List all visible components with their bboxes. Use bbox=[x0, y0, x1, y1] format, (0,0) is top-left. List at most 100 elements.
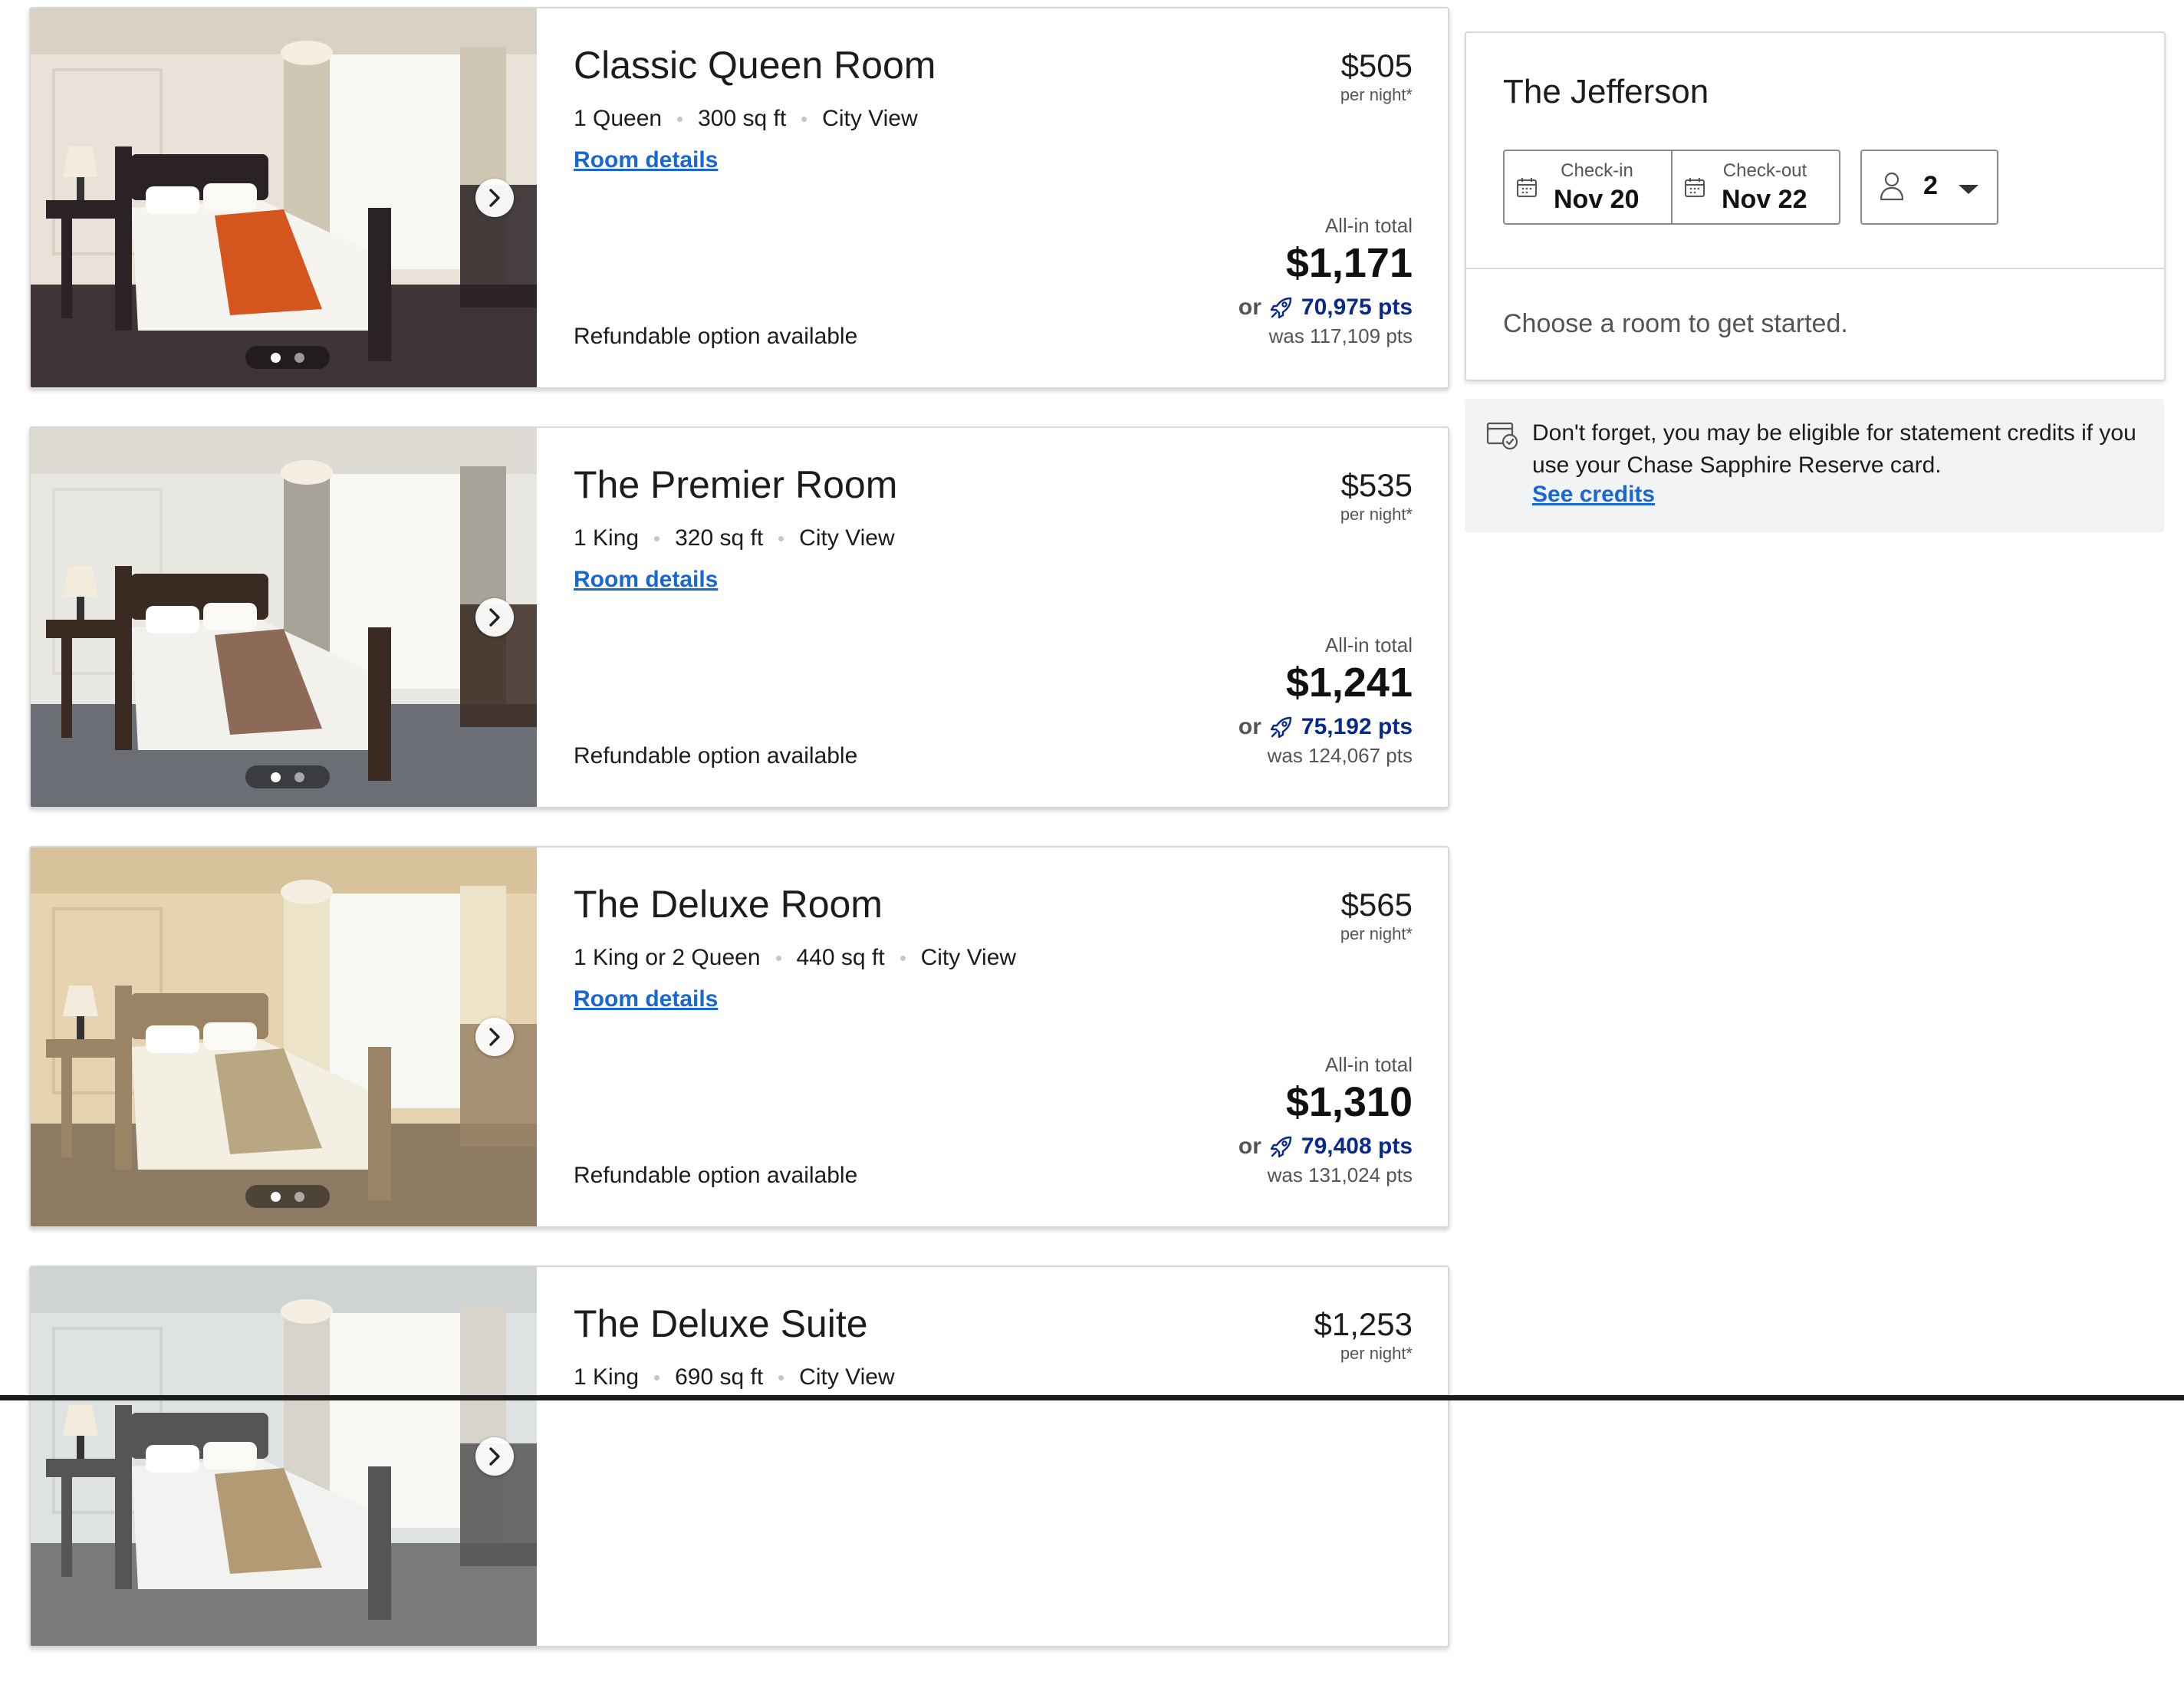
pagination-dot[interactable] bbox=[294, 352, 304, 363]
nightly-price: $1,253 per night* bbox=[1314, 1306, 1413, 1364]
room-spec: City View bbox=[799, 525, 895, 551]
pagination-dot[interactable] bbox=[294, 1191, 304, 1202]
room-spec: City View bbox=[799, 1364, 895, 1390]
refundable-note: Refundable option available bbox=[574, 743, 858, 768]
nightly-price: $565 per night* bbox=[1340, 887, 1413, 944]
total-label: All-in total bbox=[1324, 1053, 1413, 1076]
caret-down-icon bbox=[1959, 185, 1978, 194]
room-name: Classic Queen Room bbox=[574, 44, 936, 87]
chevron-right-icon bbox=[489, 608, 500, 627]
points-amount: 75,192 pts bbox=[1301, 714, 1413, 739]
room-name: The Deluxe Room bbox=[574, 883, 883, 926]
points-price: or 70,975 pts bbox=[1238, 295, 1413, 321]
spec-separator bbox=[654, 1374, 660, 1381]
room-photo bbox=[31, 847, 537, 1226]
nightly-price-amount: $1,253 bbox=[1314, 1306, 1413, 1342]
per-night-label: per night* bbox=[1340, 505, 1413, 525]
room-spec: 1 Queen bbox=[574, 106, 663, 131]
room-details-link[interactable]: Room details bbox=[574, 567, 718, 593]
photo-pagination bbox=[245, 765, 330, 788]
room-specs: 1 King or 2 Queen 440 sq ft City View bbox=[574, 945, 1016, 971]
room-photo-carousel[interactable] bbox=[31, 1267, 537, 1646]
chevron-right-icon bbox=[489, 1028, 500, 1046]
room-spec: 1 King bbox=[574, 1364, 640, 1390]
room-photo bbox=[31, 1267, 537, 1646]
pagination-dot[interactable] bbox=[271, 1191, 281, 1202]
nightly-price: $535 per night* bbox=[1340, 467, 1413, 525]
nightly-price: $505 per night* bbox=[1340, 48, 1413, 105]
spec-separator bbox=[801, 116, 807, 122]
rocket-icon bbox=[1270, 1136, 1292, 1158]
room-card[interactable]: The Deluxe Room 1 King or 2 Queen 440 sq … bbox=[29, 846, 1449, 1228]
booking-panel: The Jefferson Check-in Nov 20 Check-out … bbox=[1465, 31, 2166, 381]
room-photo-carousel[interactable] bbox=[31, 8, 537, 387]
room-specs: 1 Queen 300 sq ft City View bbox=[574, 106, 918, 132]
spec-separator bbox=[677, 116, 683, 122]
room-name: The Premier Room bbox=[574, 463, 898, 506]
date-range-picker[interactable]: Check-in Nov 20 Check-out Nov 22 bbox=[1503, 150, 1840, 225]
per-night-label: per night* bbox=[1340, 85, 1413, 105]
room-photo bbox=[31, 8, 537, 387]
pagination-dot[interactable] bbox=[271, 772, 281, 782]
photo-pagination bbox=[245, 1185, 330, 1208]
total-price: $1,171 bbox=[1285, 240, 1413, 286]
room-specs: 1 King 690 sq ft City View bbox=[574, 1364, 895, 1390]
photo-next-button[interactable] bbox=[475, 179, 514, 217]
or-label: or bbox=[1238, 295, 1261, 320]
checkin-label: Check-in bbox=[1561, 160, 1633, 181]
guests-count: 2 bbox=[1923, 171, 1938, 200]
room-spec: 690 sq ft bbox=[675, 1364, 764, 1390]
points-amount: 70,975 pts bbox=[1301, 295, 1413, 320]
spec-separator bbox=[778, 1374, 784, 1381]
per-night-label: per night* bbox=[1340, 924, 1413, 944]
total-price: $1,310 bbox=[1285, 1079, 1413, 1125]
pagination-dot[interactable] bbox=[294, 772, 304, 782]
total-label: All-in total bbox=[1324, 634, 1413, 657]
checkout-field[interactable]: Check-out Nov 22 bbox=[1671, 151, 1839, 223]
room-spec: City View bbox=[822, 106, 918, 131]
room-details-link[interactable]: Room details bbox=[574, 986, 718, 1012]
room-spec: 1 King bbox=[574, 525, 640, 551]
see-credits-link[interactable]: See credits bbox=[1532, 482, 1655, 508]
spec-separator bbox=[775, 955, 781, 961]
room-spec: 440 sq ft bbox=[796, 945, 885, 970]
rocket-icon bbox=[1270, 716, 1292, 739]
room-photo-carousel[interactable] bbox=[31, 847, 537, 1226]
room-name: The Deluxe Suite bbox=[574, 1302, 868, 1345]
room-card[interactable]: Classic Queen Room 1 Queen 300 sq ft City … bbox=[29, 7, 1449, 389]
hotel-name: The Jefferson bbox=[1503, 73, 1709, 110]
room-spec: 300 sq ft bbox=[698, 106, 787, 131]
room-photo bbox=[31, 428, 537, 807]
chevron-right-icon bbox=[489, 189, 500, 207]
nightly-price-amount: $565 bbox=[1340, 887, 1413, 923]
photo-next-button[interactable] bbox=[475, 1437, 514, 1476]
guests-dropdown[interactable]: 2 bbox=[1860, 150, 1998, 225]
photo-next-button[interactable] bbox=[475, 1018, 514, 1056]
was-points: was 131,024 pts bbox=[1267, 1163, 1413, 1186]
checkin-field[interactable]: Check-in Nov 20 bbox=[1505, 151, 1671, 223]
nightly-price-amount: $535 bbox=[1340, 467, 1413, 503]
or-label: or bbox=[1238, 714, 1261, 739]
total-price: $1,241 bbox=[1285, 660, 1413, 706]
was-points: was 124,067 pts bbox=[1267, 744, 1413, 767]
chevron-right-icon bbox=[489, 1447, 500, 1466]
room-details-link[interactable]: Room details bbox=[574, 147, 718, 173]
room-spec: City View bbox=[920, 945, 1017, 970]
points-price: or 75,192 pts bbox=[1238, 714, 1413, 740]
per-night-label: per night* bbox=[1340, 1344, 1413, 1364]
checkin-value: Nov 20 bbox=[1554, 185, 1640, 214]
refundable-note: Refundable option available bbox=[574, 324, 858, 349]
nightly-price-amount: $505 bbox=[1340, 48, 1413, 84]
room-spec: 320 sq ft bbox=[675, 525, 764, 551]
room-card[interactable]: The Premier Room 1 King 320 sq ft City Vie… bbox=[29, 426, 1449, 808]
person-icon bbox=[1880, 172, 1904, 201]
photo-pagination bbox=[245, 346, 330, 369]
photo-next-button[interactable] bbox=[475, 598, 514, 637]
bottom-edge bbox=[0, 1395, 2184, 1400]
room-photo-carousel[interactable] bbox=[31, 428, 537, 807]
spec-separator bbox=[778, 535, 784, 541]
pagination-dot[interactable] bbox=[271, 352, 281, 363]
rocket-icon bbox=[1270, 297, 1292, 319]
room-card[interactable]: The Deluxe Suite 1 King 690 sq ft City Vie… bbox=[29, 1265, 1449, 1647]
points-amount: 79,408 pts bbox=[1301, 1134, 1413, 1159]
